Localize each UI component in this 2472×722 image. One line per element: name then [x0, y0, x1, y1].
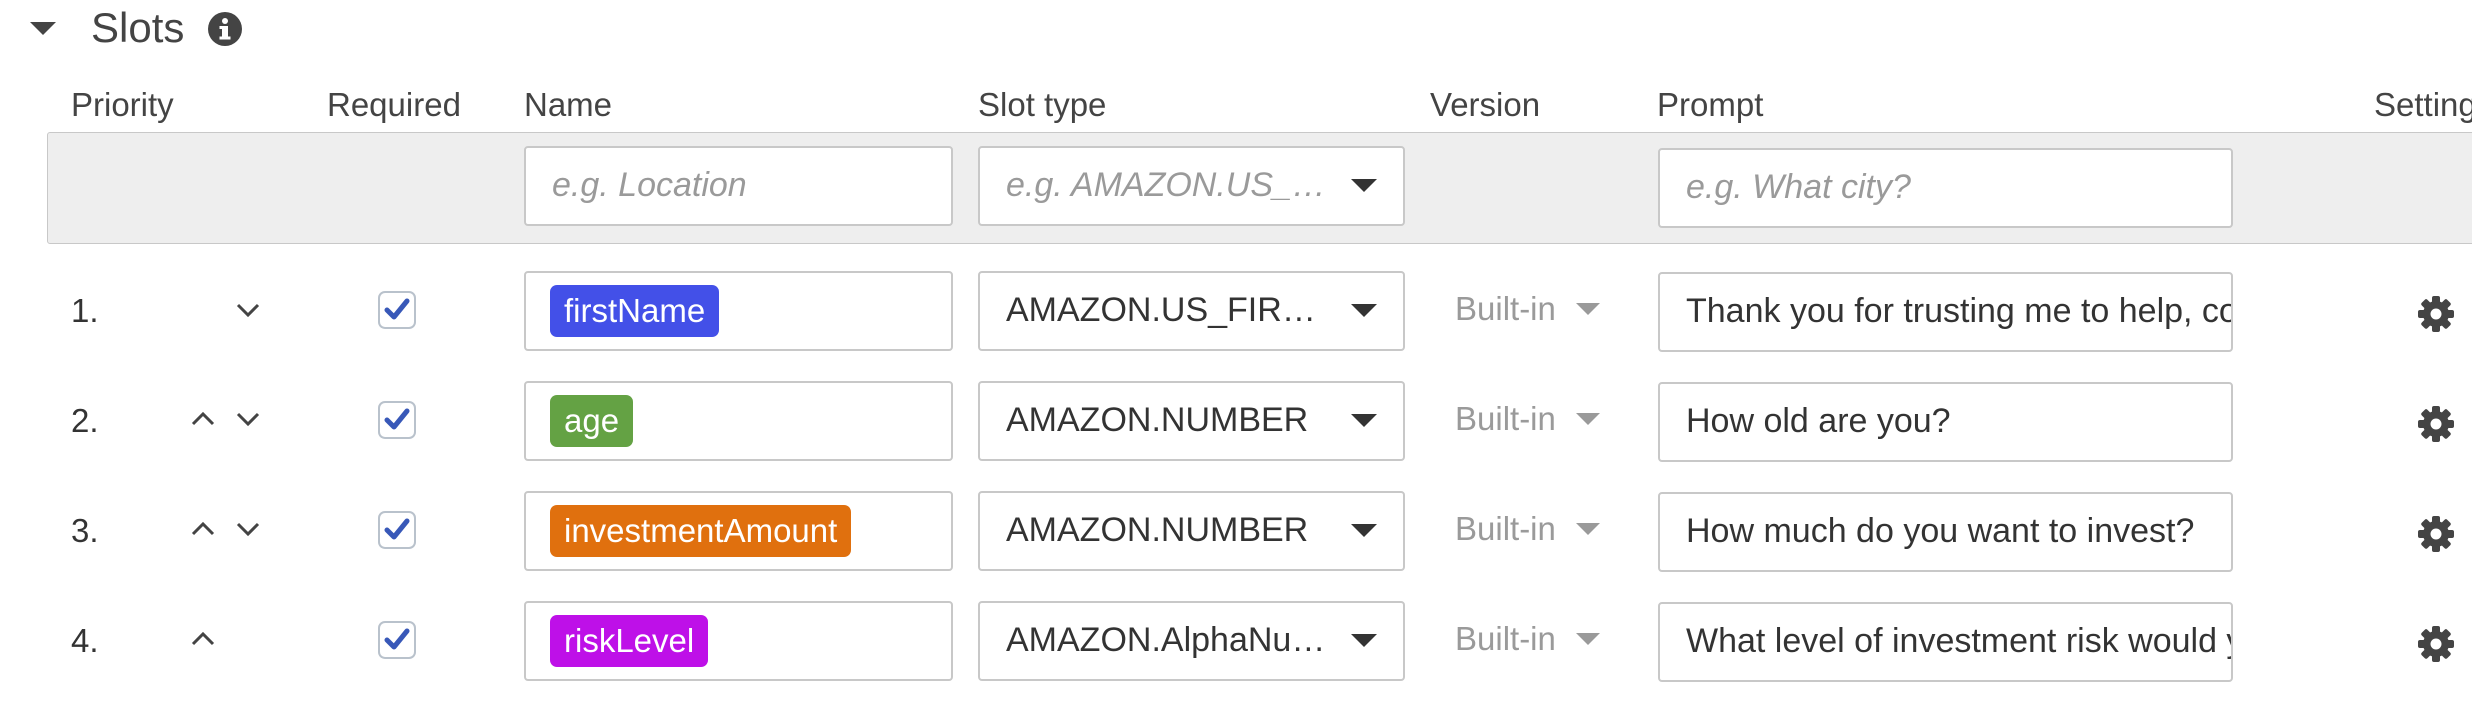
move-up-chevron-icon[interactable]: [190, 520, 216, 538]
slot-prompt-input[interactable]: How much do you want to invest?: [1658, 492, 2233, 572]
slot-type-value: AMAZON.AlphaNumeric: [1006, 621, 1337, 659]
slot-name-chip: riskLevel: [550, 615, 709, 667]
slot-type-value: AMAZON.NUMBER: [1006, 401, 1309, 439]
slot-prompt-value: How old are you?: [1686, 402, 1951, 440]
slot-type-value: AMAZON.US_FIRST_NAME: [1006, 291, 1337, 329]
version-value[interactable]: Built-in: [1455, 504, 1556, 554]
slot-prompt-input[interactable]: How old are you?: [1658, 382, 2233, 462]
column-header-name: Name: [524, 86, 613, 123]
required-checkbox[interactable]: [378, 621, 416, 659]
dropdown-caret-icon: [1351, 179, 1377, 192]
slot-prompt-value: Thank you for trusting me to help, could…: [1686, 292, 2231, 330]
prompt-placeholder: e.g. What city?: [1686, 168, 1911, 206]
slot-name-chip: investmentAmount: [550, 505, 852, 557]
gear-icon[interactable]: [2416, 294, 2456, 334]
column-header-prompt: Prompt: [1657, 86, 1764, 123]
slot-prompt-input[interactable]: Thank you for trusting me to help, could…: [1658, 272, 2233, 352]
row-index: 2.: [71, 402, 99, 439]
slot-type-select[interactable]: AMAZON.NUMBER: [978, 491, 1405, 571]
row-index: 3.: [71, 512, 99, 549]
version-value[interactable]: Built-in: [1455, 394, 1556, 444]
required-checkbox[interactable]: [378, 511, 416, 549]
slot-type-value: AMAZON.NUMBER: [1006, 511, 1309, 549]
gear-icon[interactable]: [2416, 514, 2456, 554]
slot-type-select[interactable]: AMAZON.NUMBER: [978, 381, 1405, 461]
version-caret-icon[interactable]: [1576, 523, 1600, 535]
dropdown-caret-icon: [1351, 524, 1377, 537]
row-index: 1.: [71, 292, 99, 329]
move-down-chevron-icon[interactable]: [235, 410, 261, 428]
column-header-priority: Priority: [71, 86, 174, 123]
version-caret-icon[interactable]: [1576, 413, 1600, 425]
name-placeholder: e.g. Location: [552, 166, 747, 204]
section-title: Slots: [91, 4, 185, 51]
version-value[interactable]: Built-in: [1455, 284, 1556, 334]
move-down-chevron-icon[interactable]: [235, 301, 261, 319]
dropdown-caret-icon: [1351, 414, 1377, 427]
slot-prompt-value: What level of investment risk would you …: [1686, 622, 2231, 660]
dropdown-caret-icon: [1351, 304, 1377, 317]
slot-type-select[interactable]: AMAZON.US_FIRST_NAME: [978, 271, 1405, 351]
move-up-chevron-icon[interactable]: [190, 630, 216, 648]
info-icon[interactable]: [207, 11, 243, 47]
move-up-chevron-icon[interactable]: [190, 410, 216, 428]
slot-name-chip: firstName: [550, 285, 720, 337]
gear-icon[interactable]: [2416, 404, 2456, 444]
row-index: 4.: [71, 622, 99, 659]
version-caret-icon[interactable]: [1576, 633, 1600, 645]
slot-prompt-input[interactable]: What level of investment risk would you …: [1658, 602, 2233, 682]
required-checkbox[interactable]: [378, 401, 416, 439]
gear-icon[interactable]: [2416, 624, 2456, 664]
new-slot-name-input[interactable]: e.g. Location: [524, 146, 953, 226]
column-header-slot-type: Slot type: [978, 86, 1107, 123]
slot-prompt-value: How much do you want to invest?: [1686, 512, 2195, 550]
new-slot-prompt-input[interactable]: e.g. What city?: [1658, 148, 2233, 228]
new-slot-type-select[interactable]: e.g. AMAZON.US_CITY: [978, 146, 1405, 226]
collapse-caret-icon[interactable]: [30, 22, 56, 35]
move-down-chevron-icon[interactable]: [235, 520, 261, 538]
dropdown-caret-icon: [1351, 634, 1377, 647]
slot-name-chip: age: [550, 395, 634, 447]
column-header-settings: Settings: [2374, 86, 2472, 123]
version-value[interactable]: Built-in: [1455, 614, 1556, 664]
slot-type-placeholder: e.g. AMAZON.US_CITY: [1006, 166, 1337, 204]
version-caret-icon[interactable]: [1576, 303, 1600, 315]
slot-type-select[interactable]: AMAZON.AlphaNumeric: [978, 601, 1405, 681]
column-header-version: Version: [1430, 86, 1541, 123]
column-header-required: Required: [327, 86, 461, 123]
required-checkbox[interactable]: [378, 291, 416, 329]
